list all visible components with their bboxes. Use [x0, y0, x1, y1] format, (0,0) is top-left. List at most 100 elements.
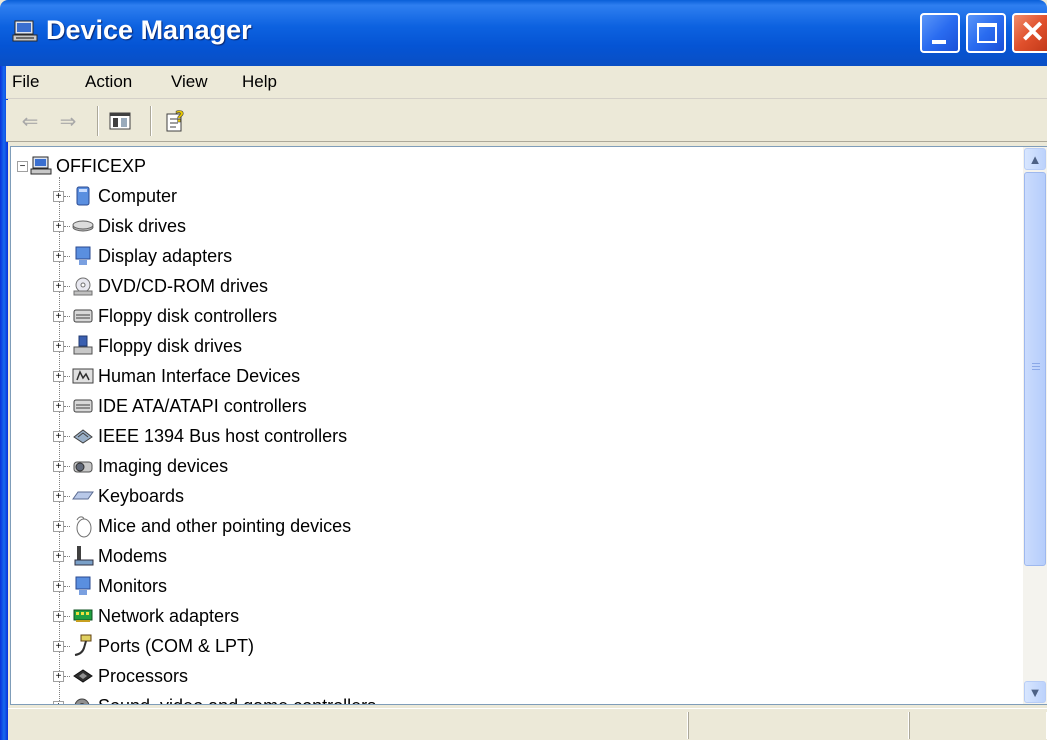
tree-connector	[64, 315, 70, 317]
tree-connector	[64, 285, 70, 287]
tree-item[interactable]: + Floppy disk drives	[53, 331, 242, 361]
tree-connector	[64, 345, 70, 347]
tree-item[interactable]: + Ports (COM & LPT)	[53, 631, 254, 661]
expand-icon[interactable]: +	[53, 370, 64, 382]
tree-item-label: Computer	[98, 185, 178, 206]
keyboard-icon	[72, 485, 94, 507]
controller-icon	[72, 395, 94, 417]
tree-item[interactable]: + IDE ATA/ATAPI controllers	[53, 391, 307, 421]
expand-icon[interactable]: +	[53, 310, 64, 322]
menu-bar: File Action View Help	[6, 66, 1047, 99]
tree-item-label: Floppy disk controllers	[98, 305, 278, 326]
tree-connector	[64, 225, 70, 227]
device-tree[interactable]: − OFFICEXP + Computer + Disk drives + Di…	[10, 146, 1047, 705]
monitor-icon	[72, 575, 94, 597]
expand-icon[interactable]: +	[53, 490, 64, 502]
properties-button[interactable]: ?	[162, 108, 190, 134]
tree-item-label: Floppy disk drives	[98, 335, 243, 356]
tree-item[interactable]: + Imaging devices	[53, 451, 228, 481]
close-button[interactable]: ✕	[1012, 13, 1047, 53]
tree-item-label: Network adapters	[98, 605, 240, 626]
tree-item-label: Display adapters	[98, 245, 233, 266]
scroll-down-button[interactable]: ▼	[1024, 681, 1046, 703]
tree-item-label: Imaging devices	[98, 455, 229, 476]
collapse-icon[interactable]: −	[17, 160, 28, 172]
tree-connector	[64, 195, 70, 197]
expand-icon[interactable]: +	[53, 400, 64, 412]
tree-item[interactable]: + Network adapters	[53, 601, 239, 631]
chevron-down-icon: ▼	[1028, 684, 1042, 700]
scroll-up-button[interactable]: ▲	[1024, 148, 1046, 170]
tree-item[interactable]: + Human Interface Devices	[53, 361, 300, 391]
tree-item[interactable]: + Display adapters	[53, 241, 232, 271]
expand-icon[interactable]: +	[53, 580, 64, 592]
tree-item[interactable]: + Keyboards	[53, 481, 184, 511]
show-hide-console-tree-icon	[109, 112, 131, 130]
tree-item[interactable]: + Mice and other pointing devices	[53, 511, 351, 541]
computer-icon	[72, 185, 94, 207]
expand-icon[interactable]: +	[53, 610, 64, 622]
modem-icon	[72, 545, 94, 567]
maximize-button[interactable]	[966, 13, 1006, 53]
expand-icon[interactable]: +	[53, 550, 64, 562]
expand-icon[interactable]: +	[53, 670, 64, 682]
forward-arrow-icon: ⇒	[59, 110, 77, 133]
tree-item[interactable]: + Modems	[53, 541, 167, 571]
tree-item[interactable]: + Computer	[53, 181, 177, 211]
expand-icon[interactable]: +	[53, 430, 64, 442]
menu-help[interactable]: Help	[242, 72, 277, 92]
grip-icon	[1032, 363, 1040, 371]
tree-item-label: Modems	[98, 545, 168, 566]
tree-item[interactable]: + Floppy disk controllers	[53, 301, 277, 331]
minimize-button[interactable]	[920, 13, 960, 53]
vertical-scrollbar[interactable]: ▲ ▼	[1023, 147, 1047, 704]
show-hide-console-tree-button[interactable]	[106, 108, 134, 134]
status-panel	[8, 712, 688, 739]
tree-connector	[64, 555, 70, 557]
window-frame-left	[0, 66, 8, 740]
computer-icon	[12, 20, 38, 44]
properties-icon: ?	[166, 109, 185, 132]
display-adapter-icon	[72, 245, 94, 267]
forward-button[interactable]: ⇒	[56, 108, 80, 134]
controller-icon	[72, 305, 94, 327]
tree-item[interactable]: + Sound, video and game controllers	[53, 691, 376, 705]
tree-item-label: Mice and other pointing devices	[98, 515, 352, 536]
back-button[interactable]: ⇐	[18, 108, 42, 134]
tree-item[interactable]: + DVD/CD-ROM drives	[53, 271, 268, 301]
expand-icon[interactable]: +	[53, 520, 64, 532]
tree-item[interactable]: + Monitors	[53, 571, 167, 601]
tree-item-label: Human Interface Devices	[98, 365, 301, 386]
tree-connector	[64, 375, 70, 377]
expand-icon[interactable]: +	[53, 250, 64, 262]
minimize-icon	[932, 40, 946, 44]
expand-icon[interactable]: +	[53, 220, 64, 232]
tree-item-label: IDE ATA/ATAPI controllers	[98, 395, 307, 416]
sound-icon	[72, 695, 94, 704]
tree-connector	[64, 675, 70, 677]
expand-icon[interactable]: +	[53, 460, 64, 472]
tree-item[interactable]: + IEEE 1394 Bus host controllers	[53, 421, 347, 451]
expand-icon[interactable]: +	[53, 190, 64, 202]
status-panel	[688, 712, 909, 739]
expand-icon[interactable]: +	[53, 640, 64, 652]
network-adapter-icon	[72, 605, 94, 627]
menu-action[interactable]: Action	[85, 72, 132, 92]
expand-icon[interactable]: +	[53, 280, 64, 292]
tree-item[interactable]: + Disk drives	[53, 211, 186, 241]
menu-view[interactable]: View	[171, 72, 208, 92]
status-bar	[8, 708, 1047, 740]
title-bar[interactable]: Device Manager ✕	[0, 0, 1047, 66]
scroll-thumb[interactable]	[1024, 172, 1046, 566]
tree-connector	[64, 435, 70, 437]
menu-file[interactable]: File	[12, 72, 39, 92]
ieee1394-icon	[72, 425, 94, 447]
tree-connector	[64, 405, 70, 407]
expand-icon[interactable]: +	[53, 340, 64, 352]
tree-root-node[interactable]: − OFFICEXP	[17, 151, 146, 181]
tree-item[interactable]: + Processors	[53, 661, 188, 691]
tree-item-label: IEEE 1394 Bus host controllers	[98, 425, 348, 446]
toolbar-separator	[150, 106, 152, 136]
tree-item-label: Sound, video and game controllers	[98, 696, 376, 705]
expand-icon[interactable]: +	[53, 700, 64, 704]
